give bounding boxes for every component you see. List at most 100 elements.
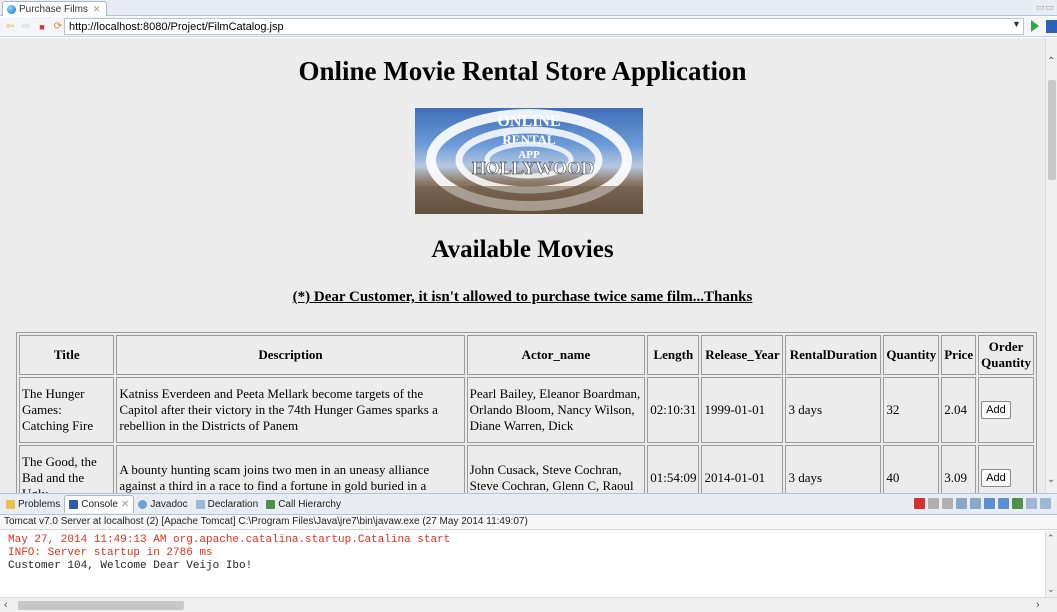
- cell-release-year: 2014-01-01: [701, 445, 784, 493]
- console-line: Customer 104, Welcome Dear Veijo Ibo!: [8, 560, 253, 572]
- scroll-lock-icon[interactable]: [970, 498, 981, 509]
- problems-icon: [6, 499, 15, 509]
- scroll-left-icon[interactable]: ‹: [4, 599, 8, 611]
- web-page-viewport: Online Movie Rental Store Application ON…: [0, 38, 1045, 493]
- col-length: Length: [647, 335, 700, 375]
- tab-label: Javadoc: [150, 498, 188, 510]
- col-order-quantity: Order Quantity: [978, 335, 1034, 375]
- cell-order: Add: [978, 377, 1034, 443]
- tab-label: Call Hierarchy: [278, 498, 341, 510]
- editor-tab-label: Purchase Films: [19, 3, 88, 15]
- refresh-icon[interactable]: ⟳: [52, 20, 64, 34]
- col-description: Description: [116, 335, 465, 375]
- cell-price: 2.04: [941, 377, 977, 443]
- col-title: Title: [19, 335, 115, 375]
- logo-text-hollywood: HOLLYWOOD: [472, 158, 594, 178]
- back-arrow-icon[interactable]: ⇦: [4, 20, 16, 34]
- cell-actors: John Cusack, Steve Cochran, Steve Cochra…: [466, 445, 646, 493]
- tab-label: Declaration: [207, 498, 259, 510]
- call-hierarchy-icon: [266, 499, 276, 509]
- scrollbar-thumb[interactable]: [1048, 80, 1056, 180]
- scroll-right-icon[interactable]: ›: [1036, 599, 1040, 611]
- cell-price: 3.09: [941, 445, 977, 493]
- cell-quantity: 32: [883, 377, 940, 443]
- console-icon: [69, 500, 79, 509]
- scroll-up-icon[interactable]: ⌃: [1047, 56, 1055, 67]
- col-quantity: Quantity: [883, 335, 940, 375]
- col-price: Price: [941, 335, 977, 375]
- go-icon[interactable]: [1031, 20, 1039, 32]
- scroll-down-icon[interactable]: ⌄: [1047, 584, 1055, 595]
- tab-label: Problems: [18, 498, 61, 510]
- web-browser-icon[interactable]: [1046, 20, 1057, 33]
- logo-text-rental: RENTAL: [502, 132, 556, 147]
- console-line: INFO: Server startup in 2786 ms: [8, 547, 213, 559]
- cell-title: The Hunger Games: Catching Fire: [19, 377, 115, 443]
- console-process-title: Tomcat v7.0 Server at localhost (2) [Apa…: [0, 515, 1057, 530]
- logo-text-online: ONLINE: [497, 113, 560, 130]
- add-button[interactable]: Add: [981, 401, 1011, 419]
- pin-console-icon[interactable]: [998, 498, 1009, 509]
- bottom-panel-tabs: Problems Console ✕ Javadoc Declaration C…: [0, 493, 1057, 515]
- console-vertical-scrollbar[interactable]: ⌃ ⌄: [1045, 531, 1057, 597]
- minimize-maximize-icon[interactable]: ▭▭: [1036, 2, 1055, 13]
- stop-icon[interactable]: ■: [36, 20, 48, 34]
- open-console-icon[interactable]: [1026, 498, 1037, 509]
- scroll-up-icon[interactable]: ⌃: [1047, 533, 1055, 544]
- close-icon[interactable]: ✕: [121, 499, 129, 510]
- cell-length: 01:54:09: [647, 445, 700, 493]
- terminate-icon[interactable]: [914, 498, 925, 509]
- page-vertical-scrollbar[interactable]: ⌃ ⌄: [1045, 38, 1057, 493]
- editor-tab-purchase-films[interactable]: Purchase Films ✕: [2, 1, 108, 16]
- console-output[interactable]: May 27, 2014 11:49:13 AM org.apache.cata…: [0, 531, 1045, 597]
- tab-call-hierarchy[interactable]: Call Hierarchy: [262, 495, 345, 513]
- remove-all-icon[interactable]: [942, 498, 953, 509]
- cell-description: Katniss Everdeen and Peeta Mellark becom…: [116, 377, 465, 443]
- cell-title: The Good, the Bad and the Ugly: [19, 445, 115, 493]
- add-button[interactable]: Add: [981, 469, 1011, 487]
- section-title: Available Movies: [431, 236, 614, 263]
- view-menu-icon[interactable]: [1040, 498, 1051, 509]
- cell-rental-duration: 3 days: [785, 377, 882, 443]
- store-logo-artwork: ONLINE RENTAL APP HOLLYWOOD: [415, 109, 643, 214]
- table-row: The Hunger Games: Catching Fire Katniss …: [19, 377, 1034, 443]
- show-on-output-icon[interactable]: [984, 498, 995, 509]
- scrollbar-thumb[interactable]: [18, 601, 184, 610]
- console-horizontal-scrollbar[interactable]: ‹ ›: [0, 597, 1057, 612]
- dropdown-icon[interactable]: ▼: [1012, 19, 1021, 29]
- cell-order: Add: [978, 445, 1034, 493]
- purchase-notice: (*) Dear Customer, it isn't allowed to p…: [292, 289, 753, 305]
- tab-problems[interactable]: Problems: [2, 495, 64, 513]
- tab-label: Console: [81, 499, 118, 510]
- tab-declaration[interactable]: Declaration: [192, 495, 263, 513]
- cell-actors: Pearl Bailey, Eleanor Boardman, Orlando …: [466, 377, 646, 443]
- table-header-row: Title Description Actor_name Length Rele…: [19, 335, 1034, 375]
- page-title: Online Movie Rental Store Application: [298, 56, 747, 86]
- tab-javadoc[interactable]: Javadoc: [134, 495, 191, 513]
- cell-release-year: 1999-01-01: [701, 377, 784, 443]
- cell-length: 02:10:31: [647, 377, 700, 443]
- remove-launch-icon[interactable]: [928, 498, 939, 509]
- display-console-icon[interactable]: [1012, 498, 1023, 509]
- movies-table: Title Description Actor_name Length Rele…: [16, 332, 1037, 493]
- globe-icon: [7, 4, 16, 14]
- col-release-year: Release_Year: [701, 335, 784, 375]
- close-icon[interactable]: ✕: [93, 4, 101, 15]
- cell-quantity: 40: [883, 445, 940, 493]
- cell-rental-duration: 3 days: [785, 445, 882, 493]
- console-line: May 27, 2014 11:49:13 AM org.apache.cata…: [8, 534, 451, 546]
- declaration-icon: [195, 499, 205, 509]
- col-rental-duration: RentalDuration: [785, 335, 882, 375]
- col-actor-name: Actor_name: [466, 335, 646, 375]
- scroll-down-icon[interactable]: ⌄: [1047, 474, 1055, 485]
- url-input[interactable]: [64, 18, 1024, 35]
- cell-description: A bounty hunting scam joins two men in a…: [116, 445, 465, 493]
- editor-tab-strip: Purchase Films ✕ ▭▭: [0, 0, 1057, 16]
- javadoc-icon: [138, 499, 148, 509]
- browser-toolbar: ⇦ ⇨ ■ ⟳ ▼: [0, 17, 1057, 37]
- console-toolbar: [914, 498, 1051, 509]
- table-row: The Good, the Bad and the Ugly A bounty …: [19, 445, 1034, 493]
- forward-arrow-icon[interactable]: ⇨: [20, 20, 32, 34]
- tab-console[interactable]: Console ✕: [64, 495, 135, 513]
- clear-console-icon[interactable]: [956, 498, 967, 509]
